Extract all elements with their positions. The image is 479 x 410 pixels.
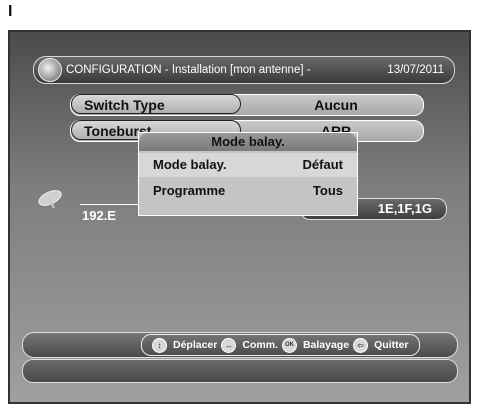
satellite-underline: [80, 204, 140, 205]
exit-icon: ⇦: [353, 337, 369, 353]
help-quit: Quitter: [374, 339, 409, 351]
switch-type-row[interactable]: Switch Type Aucun: [70, 94, 424, 116]
help-command: Comm.: [242, 339, 278, 351]
scan-mode-popup: Mode balay. Mode balay. Défaut Programme…: [138, 132, 358, 216]
help-move: Déplacer: [173, 339, 218, 351]
diseqc-value: 1E,1F,1G: [377, 201, 432, 216]
popup-title: Mode balay.: [139, 133, 357, 151]
satellite-position: 192.E: [82, 208, 116, 223]
logo-icon: [38, 58, 62, 82]
header-date: 13/07/2011: [387, 64, 444, 76]
up-down-icon: ↕: [152, 337, 167, 353]
header-title: CONFIGURATION - Installation [mon antenn…: [66, 64, 311, 76]
popup-item-value: Tous: [312, 183, 343, 198]
tv-screen: CONFIGURATION - Installation [mon antenn…: [8, 30, 471, 404]
header-bar: CONFIGURATION - Installation [mon antenn…: [33, 56, 455, 84]
help-bar-inner: ↕ Déplacer ↔ Comm. OK Balayage ⇦ Quitter: [141, 334, 420, 356]
satellite-dish-icon: [38, 190, 62, 209]
help-scan: Balayage: [302, 339, 350, 351]
help-bar: ↕ Déplacer ↔ Comm. OK Balayage ⇦ Quitter: [22, 332, 458, 358]
info-bar: [22, 359, 458, 383]
switch-type-label: Switch Type: [71, 94, 241, 114]
left-right-icon: ↔: [221, 337, 237, 353]
page-marker: I: [8, 3, 13, 20]
popup-item-program[interactable]: Programme Tous: [139, 179, 357, 203]
popup-item-label: Mode balay.: [153, 157, 227, 172]
popup-item-value: Défaut: [302, 157, 343, 172]
ok-icon: OK: [281, 337, 297, 353]
switch-type-value: Aucun: [314, 97, 358, 113]
popup-item-scan-mode[interactable]: Mode balay. Défaut: [139, 153, 357, 177]
popup-item-label: Programme: [153, 183, 226, 198]
